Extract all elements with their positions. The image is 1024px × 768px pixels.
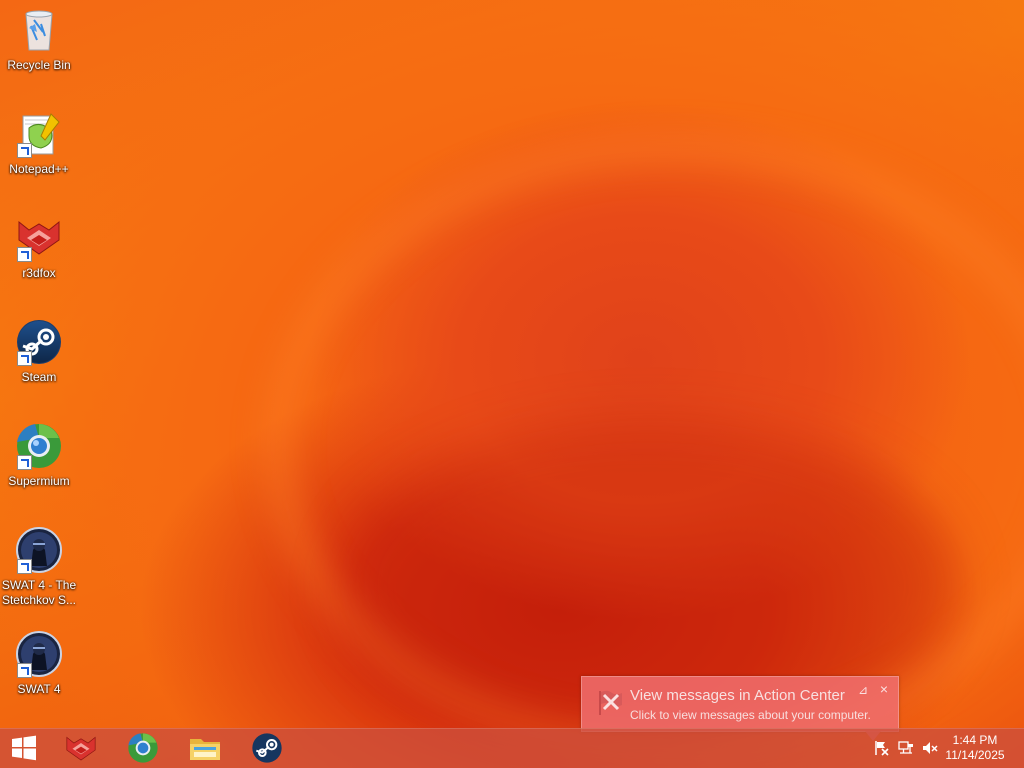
notification-body: Click to view messages about your comput…	[630, 708, 871, 722]
desktop-icon-label: SWAT 4 - The Stetchkov S...	[1, 578, 77, 607]
folder-icon	[190, 739, 220, 760]
swat4-stetchkov-icon	[15, 526, 63, 574]
desktop-icon-label: Recycle Bin	[7, 58, 71, 72]
shortcut-arrow-icon	[17, 247, 32, 262]
desktop-icon-label: SWAT 4	[17, 682, 61, 696]
swat4-icon	[15, 630, 63, 678]
desktop-icon-label: Supermium	[8, 474, 70, 488]
r3dfox-icon	[66, 736, 96, 761]
desktop-icon-supermium[interactable]: Supermium	[0, 422, 78, 489]
desktop-icon-swat4-stetchkov[interactable]: SWAT 4 - The Stetchkov S...	[0, 526, 78, 608]
action-center-flag-icon	[594, 687, 624, 717]
shortcut-arrow-icon	[17, 143, 32, 158]
desktop-icon-label: Notepad++	[9, 162, 69, 176]
steam-icon	[15, 318, 63, 366]
network-icon[interactable]	[898, 740, 914, 756]
supermium-icon	[15, 422, 63, 470]
action-center-flag-icon[interactable]	[873, 740, 889, 756]
taskbar-clock[interactable]: 1:44 PM 11/14/2025	[940, 733, 1010, 763]
desktop-icon-label: Steam	[21, 370, 57, 384]
desktop-icon-recycle-bin[interactable]: Recycle Bin	[0, 6, 78, 73]
taskbar-r3dfox-button[interactable]	[52, 728, 110, 768]
close-icon[interactable]: ×	[880, 681, 888, 697]
taskbar-steam-button[interactable]	[238, 728, 296, 768]
clock-date: 11/14/2025	[945, 748, 1005, 762]
volume-muted-icon[interactable]	[922, 740, 938, 756]
start-button[interactable]	[0, 728, 48, 768]
windows-logo-icon	[12, 735, 36, 761]
r3dfox-icon	[15, 214, 63, 262]
steam-icon	[252, 733, 282, 763]
shortcut-arrow-icon	[17, 559, 32, 574]
taskbar-file-explorer-button[interactable]	[176, 728, 234, 768]
clock-time: 1:44 PM	[952, 733, 998, 747]
action-center-notification[interactable]: View messages in Action Center Click to …	[581, 676, 899, 741]
shortcut-arrow-icon	[17, 351, 32, 366]
desktop-icon-label: r3dfox	[22, 266, 56, 280]
desktop-icon-swat4[interactable]: SWAT 4	[0, 630, 78, 697]
supermium-icon	[128, 733, 158, 763]
taskbar-supermium-button[interactable]	[114, 728, 172, 768]
notification-title: View messages in Action Center	[630, 687, 845, 704]
notepad-plus-plus-icon	[15, 110, 63, 158]
shortcut-arrow-icon	[17, 663, 32, 678]
taskbar: 1:44 PM 11/14/2025	[0, 728, 1024, 768]
desktop-icon-r3dfox[interactable]: r3dfox	[0, 214, 78, 281]
desktop-icon-steam[interactable]: Steam	[0, 318, 78, 385]
desktop: Recycle Bin Notepad++ r3dfox Steam Super…	[0, 0, 1024, 768]
desktop-icon-notepad-plus-plus[interactable]: Notepad++	[0, 110, 78, 177]
pin-icon[interactable]: ⊿	[858, 683, 868, 697]
recycle-bin-icon	[15, 6, 63, 54]
wallpaper-swirl	[260, 130, 1024, 762]
shortcut-arrow-icon	[17, 455, 32, 470]
